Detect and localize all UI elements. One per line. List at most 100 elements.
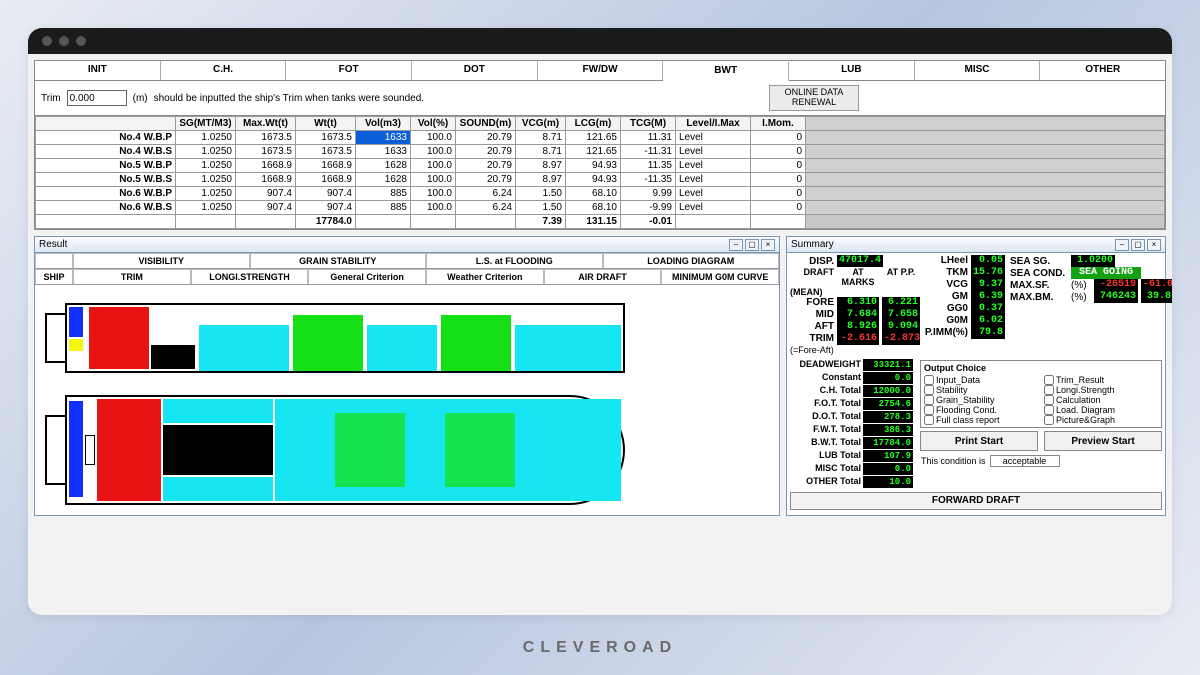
cell[interactable]: -11.35 <box>621 173 676 187</box>
cell[interactable]: 0 <box>751 159 806 173</box>
output-option[interactable]: Full class report <box>924 415 1038 425</box>
output-option[interactable]: Grain_Stability <box>924 395 1038 405</box>
restore-pane-icon[interactable]: ▢ <box>1131 239 1145 251</box>
tab-lub[interactable]: LUB <box>789 61 915 80</box>
tab-fwdw[interactable]: FW/DW <box>538 61 664 80</box>
cell[interactable]: 0 <box>751 201 806 215</box>
cell[interactable]: 1.50 <box>516 201 566 215</box>
cell[interactable]: 1.0250 <box>176 159 236 173</box>
cell[interactable]: 1633 <box>356 145 411 159</box>
table-row[interactable]: No.4 W.B.S1.02501673.51673.51633100.020.… <box>36 145 1165 159</box>
cell[interactable]: 1.0250 <box>176 187 236 201</box>
cell[interactable]: 20.79 <box>456 145 516 159</box>
minimize-icon[interactable] <box>59 36 69 46</box>
tab-other[interactable]: OTHER <box>1040 61 1165 80</box>
cell[interactable]: 8.97 <box>516 173 566 187</box>
cell[interactable]: 20.79 <box>456 131 516 145</box>
cell[interactable]: 8.71 <box>516 145 566 159</box>
cell[interactable]: 1.0250 <box>176 131 236 145</box>
cell[interactable]: 100.0 <box>411 173 456 187</box>
cell[interactable]: 121.65 <box>566 131 621 145</box>
subtab[interactable]: TRIM <box>73 269 191 284</box>
tab-ch[interactable]: C.H. <box>161 61 287 80</box>
tab-fot[interactable]: FOT <box>286 61 412 80</box>
cell[interactable]: 6.24 <box>456 187 516 201</box>
tab-misc[interactable]: MISC <box>915 61 1041 80</box>
checkbox[interactable] <box>1044 395 1054 405</box>
cell[interactable]: 6.24 <box>456 201 516 215</box>
cell[interactable]: 1.0250 <box>176 145 236 159</box>
restore-pane-icon[interactable]: ▢ <box>745 239 759 251</box>
checkbox[interactable] <box>1044 405 1054 415</box>
subtab[interactable]: MINIMUM G0M CURVE <box>661 269 779 284</box>
checkbox[interactable] <box>924 395 934 405</box>
checkbox[interactable] <box>924 405 934 415</box>
output-option[interactable]: Input_Data <box>924 375 1038 385</box>
cell[interactable]: No.4 W.B.S <box>36 145 176 159</box>
cell[interactable]: Level <box>676 159 751 173</box>
cell[interactable]: 100.0 <box>411 159 456 173</box>
cell[interactable]: 0 <box>751 145 806 159</box>
cell[interactable]: 100.0 <box>411 145 456 159</box>
subtab[interactable]: Weather Criterion <box>426 269 544 284</box>
table-row[interactable]: No.6 W.B.P1.0250907.4907.4885100.06.241.… <box>36 187 1165 201</box>
minimize-pane-icon[interactable]: – <box>729 239 743 251</box>
cell[interactable]: 68.10 <box>566 201 621 215</box>
cell[interactable]: 1628 <box>356 173 411 187</box>
cell[interactable]: Level <box>676 131 751 145</box>
cell[interactable]: 8.97 <box>516 159 566 173</box>
trim-input[interactable] <box>67 90 127 106</box>
cell[interactable]: 68.10 <box>566 187 621 201</box>
table-row[interactable]: No.6 W.B.S1.0250907.4907.4885100.06.241.… <box>36 201 1165 215</box>
subtab[interactable]: General Criterion <box>308 269 426 284</box>
checkbox[interactable] <box>1044 415 1054 425</box>
tab-dot[interactable]: DOT <box>412 61 538 80</box>
tab-bwt[interactable]: BWT <box>663 62 789 81</box>
cell[interactable]: 0 <box>751 187 806 201</box>
checkbox[interactable] <box>1044 385 1054 395</box>
cell[interactable]: No.6 W.B.S <box>36 201 176 215</box>
cell[interactable]: 121.65 <box>566 145 621 159</box>
output-option[interactable]: Calculation <box>1044 395 1158 405</box>
cell[interactable]: 1673.5 <box>296 131 356 145</box>
cell[interactable]: 1673.5 <box>236 131 296 145</box>
checkbox[interactable] <box>1044 375 1054 385</box>
checkbox[interactable] <box>924 375 934 385</box>
cell[interactable]: -11.31 <box>621 145 676 159</box>
close-pane-icon[interactable]: × <box>1147 239 1161 251</box>
cell[interactable]: 907.4 <box>296 187 356 201</box>
preview-start-button[interactable]: Preview Start <box>1044 431 1162 451</box>
cell[interactable]: 94.93 <box>566 159 621 173</box>
cell[interactable]: No.5 W.B.P <box>36 159 176 173</box>
subtab[interactable]: AIR DRAFT <box>544 269 662 284</box>
cell[interactable]: 11.31 <box>621 131 676 145</box>
table-row[interactable]: No.5 W.B.S1.02501668.91668.91628100.020.… <box>36 173 1165 187</box>
cell[interactable]: 1.0250 <box>176 201 236 215</box>
cell[interactable]: 9.99 <box>621 187 676 201</box>
cell[interactable]: No.5 W.B.S <box>36 173 176 187</box>
cell[interactable]: 0 <box>751 131 806 145</box>
cell[interactable]: 100.0 <box>411 131 456 145</box>
cell[interactable]: 1668.9 <box>296 173 356 187</box>
minimize-pane-icon[interactable]: – <box>1115 239 1129 251</box>
cell[interactable]: 20.79 <box>456 173 516 187</box>
subtab[interactable]: LOADING DIAGRAM <box>603 253 780 268</box>
cell[interactable]: Level <box>676 173 751 187</box>
cell[interactable]: 1.50 <box>516 187 566 201</box>
cell[interactable]: 1.0250 <box>176 173 236 187</box>
cell[interactable]: 907.4 <box>236 187 296 201</box>
cell[interactable]: -9.99 <box>621 201 676 215</box>
cell[interactable]: 885 <box>356 187 411 201</box>
output-option[interactable]: Longi.Strength <box>1044 385 1158 395</box>
forward-draft-button[interactable]: FORWARD DRAFT <box>790 492 1162 510</box>
cell[interactable]: 100.0 <box>411 187 456 201</box>
tab-init[interactable]: INIT <box>35 61 161 80</box>
close-icon[interactable] <box>42 36 52 46</box>
cell[interactable]: 1668.9 <box>236 173 296 187</box>
checkbox[interactable] <box>924 385 934 395</box>
cell[interactable]: Level <box>676 187 751 201</box>
cell[interactable]: 885 <box>356 201 411 215</box>
cell[interactable]: 1673.5 <box>236 145 296 159</box>
cell[interactable]: No.6 W.B.P <box>36 187 176 201</box>
subtab[interactable]: LONGI.STRENGTH <box>191 269 309 284</box>
